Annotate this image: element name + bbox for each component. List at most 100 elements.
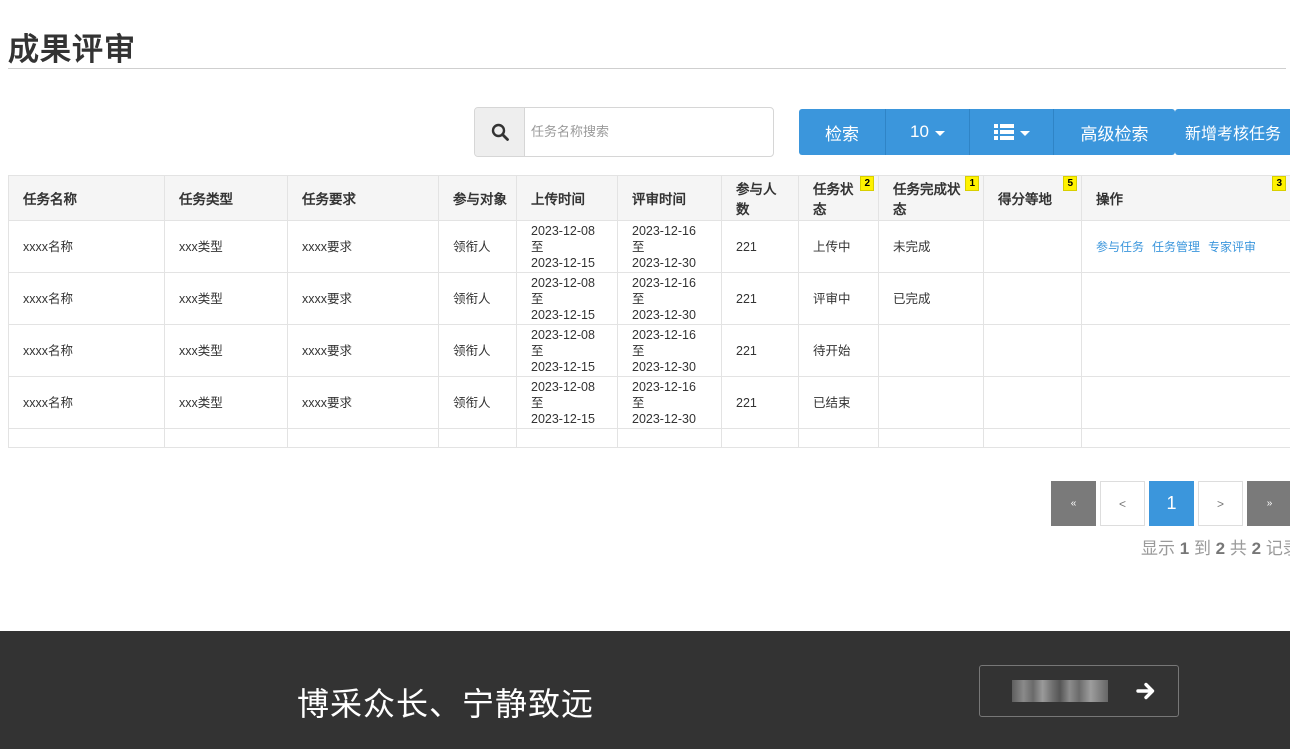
cell-req: xxxx要求 <box>287 272 439 325</box>
column-header-ops[interactable]: 操作 3 <box>1081 175 1290 221</box>
column-header[interactable]: 上传时间 <box>516 175 618 221</box>
cell-upload: 2023-12-08至 2023-12-15 <box>516 324 618 377</box>
columns-dropdown[interactable] <box>970 109 1054 155</box>
column-header-completion[interactable]: 任务完成状态 1 <box>878 175 984 221</box>
date-line: 2023-12-30 <box>632 359 696 374</box>
empty-cell <box>617 428 722 448</box>
next-page-button[interactable]: > <box>1198 481 1243 526</box>
expert-review-link[interactable]: 专家评审 <box>1208 240 1256 254</box>
new-task-button[interactable]: 新增考核任务 <box>1175 109 1290 155</box>
date-line: 2023-12-30 <box>632 255 696 270</box>
cell-name: xxxx名称 <box>8 324 165 377</box>
date-line: 2023-12-16至 <box>632 327 696 358</box>
date-line: 2023-12-30 <box>632 411 696 426</box>
column-header[interactable]: 任务要求 <box>287 175 439 221</box>
first-page-button[interactable]: « <box>1051 481 1096 526</box>
date-line: 2023-12-08至 <box>531 327 595 358</box>
cell-ops <box>1081 324 1290 377</box>
empty-cell <box>8 428 165 448</box>
column-header[interactable]: 任务类型 <box>164 175 288 221</box>
blurred-text <box>1012 680 1108 702</box>
advanced-search-button[interactable]: 高级检索 <box>1054 109 1175 155</box>
arrow-right-icon <box>1136 682 1155 700</box>
advanced-search-label: 高级检索 <box>1080 124 1149 144</box>
cell-type: xxx类型 <box>164 220 288 273</box>
page-button-current[interactable]: 1 <box>1149 481 1194 526</box>
cell-review: 2023-12-16至 2023-12-30 <box>617 220 722 273</box>
page-size-dropdown[interactable]: 10 <box>886 109 970 155</box>
table-row-empty <box>8 428 1290 448</box>
page-title: 成果评审 <box>8 32 136 67</box>
footer: 博采众长、宁静致远 <box>0 631 1290 749</box>
empty-cell <box>516 428 618 448</box>
cell-ops: 参与任务 任务管理 专家评审 <box>1081 220 1290 273</box>
prev-page-button[interactable]: < <box>1100 481 1145 526</box>
empty-cell <box>721 428 799 448</box>
footer-link-button[interactable] <box>979 665 1179 717</box>
cell-name: xxxx名称 <box>8 376 165 429</box>
column-header-label: 操作 <box>1096 192 1123 207</box>
search-button-label: 检索 <box>825 124 859 144</box>
cell-target: 领衔人 <box>438 324 517 377</box>
cell-review: 2023-12-16至 2023-12-30 <box>617 376 722 429</box>
join-task-link[interactable]: 参与任务 <box>1096 240 1144 254</box>
column-header-score[interactable]: 得分等地 5 <box>983 175 1082 221</box>
column-header-task-status[interactable]: 任务状态 2 <box>798 175 879 221</box>
last-page-button[interactable]: » <box>1247 481 1290 526</box>
cell-review: 2023-12-16至 2023-12-30 <box>617 324 722 377</box>
cell-status: 上传中 <box>798 220 879 273</box>
column-header[interactable]: 参与人数 <box>721 175 799 221</box>
table-row: xxxx名称 xxx类型 xxxx要求 领衔人 2023-12-08至 2023-… <box>8 376 1290 429</box>
empty-cell <box>798 428 879 448</box>
cell-type: xxx类型 <box>164 324 288 377</box>
empty-cell <box>1081 428 1290 448</box>
cell-count: 221 <box>721 220 799 273</box>
cell-name: xxxx名称 <box>8 220 165 273</box>
search-box <box>474 107 774 157</box>
cell-name: xxxx名称 <box>8 272 165 325</box>
manage-task-link[interactable]: 任务管理 <box>1152 240 1200 254</box>
column-header[interactable]: 评审时间 <box>617 175 722 221</box>
cell-review: 2023-12-16至 2023-12-30 <box>617 272 722 325</box>
column-header[interactable]: 任务名称 <box>8 175 165 221</box>
page-size-value: 10 <box>910 122 929 141</box>
search-icon[interactable] <box>475 108 525 156</box>
column-header[interactable]: 参与对象 <box>438 175 517 221</box>
column-header-label: 得分等地 <box>998 192 1052 207</box>
empty-cell <box>438 428 517 448</box>
cell-score <box>983 376 1082 429</box>
table-header-row: 任务名称 任务类型 任务要求 参与对象 上传时间 评审时间 参与人数 任务状态 2… <box>8 175 1290 221</box>
table-row: xxxx名称 xxx类型 xxxx要求 领衔人 2023-12-08至 2023-… <box>8 272 1290 325</box>
cell-req: xxxx要求 <box>287 220 439 273</box>
page-info: 显示 1 到 2 共 2 记录 <box>1141 534 1290 559</box>
page-info-suffix: 记录 <box>1265 539 1290 558</box>
title-divider <box>8 68 1286 69</box>
date-line: 2023-12-15 <box>531 255 595 270</box>
page-info-to-word: 到 <box>1193 539 1211 558</box>
cell-status: 已结束 <box>798 376 879 429</box>
cell-ops <box>1081 376 1290 429</box>
page-info-total: 2 <box>1251 539 1262 558</box>
cell-status: 评审中 <box>798 272 879 325</box>
count-badge: 2 <box>860 176 874 191</box>
date-line: 2023-12-30 <box>632 307 696 322</box>
search-input[interactable] <box>525 108 773 154</box>
pagination: « < 1 > » <box>1051 481 1290 526</box>
cell-count: 221 <box>721 324 799 377</box>
chevron-down-icon <box>1019 130 1030 136</box>
cell-count: 221 <box>721 376 799 429</box>
date-line: 2023-12-15 <box>531 307 595 322</box>
chevron-down-icon <box>934 130 945 136</box>
search-button[interactable]: 检索 <box>799 109 886 155</box>
toolbar: 检索 10 高级检索 <box>799 109 1175 155</box>
table-row: xxxx名称 xxx类型 xxxx要求 领衔人 2023-12-08至 2023-… <box>8 220 1290 273</box>
empty-cell <box>983 428 1082 448</box>
date-line: 2023-12-15 <box>531 411 595 426</box>
cell-upload: 2023-12-08至 2023-12-15 <box>516 220 618 273</box>
cell-score <box>983 324 1082 377</box>
count-badge: 3 <box>1272 176 1286 191</box>
cell-score <box>983 272 1082 325</box>
cell-type: xxx类型 <box>164 376 288 429</box>
table-row: xxxx名称 xxx类型 xxxx要求 领衔人 2023-12-08至 2023-… <box>8 324 1290 377</box>
cell-req: xxxx要求 <box>287 324 439 377</box>
